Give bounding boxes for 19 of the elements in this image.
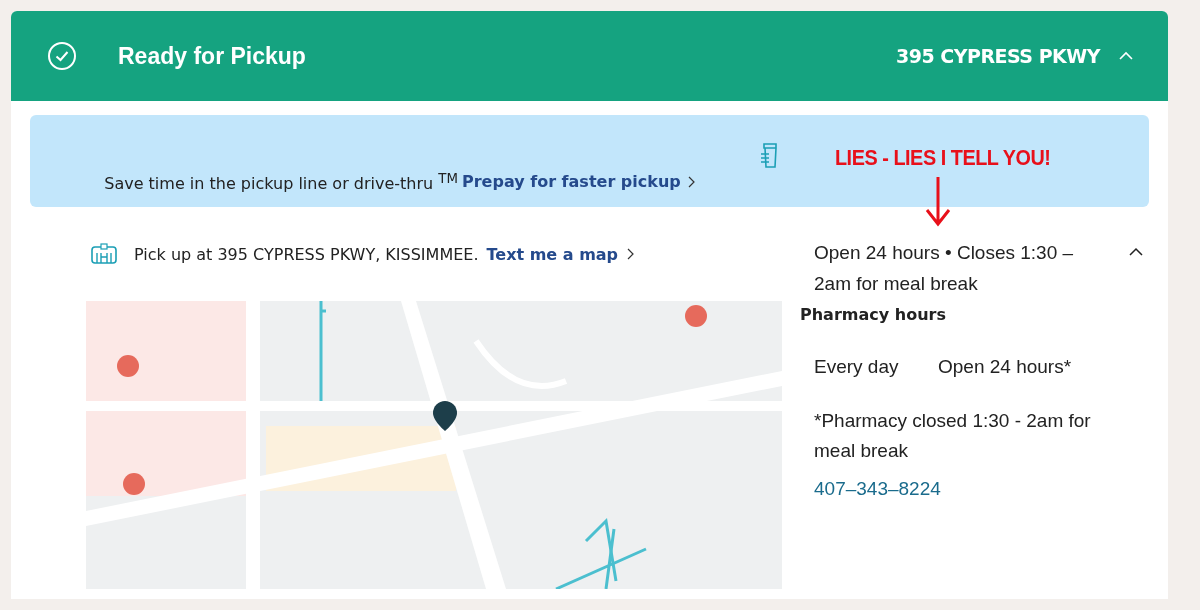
annotation-text: LIES - LIES I TELL YOU! (834, 145, 1051, 171)
store-icon (90, 243, 118, 265)
phone-link[interactable]: 407–343–8224 (800, 478, 1150, 500)
check-circle-icon (47, 41, 77, 71)
banner-text: Save time in the pickup line or drive-thru $^{TM}$ (104, 170, 458, 193)
pharmacy-note: *Pharmacy closed 1:30 - 2am for meal break (813, 409, 1092, 463)
chevron-right-icon (626, 248, 635, 260)
pickup-address: Pick up at 395 CYPRESS PKWY, KISSIMMEE. (134, 244, 479, 264)
hours-time: Open 24 hours* (938, 356, 1072, 378)
annotation-arrow (923, 177, 952, 227)
pharmacy-hours-title: Pharmacy hours (800, 305, 947, 324)
store-name: 395 CYPRESS PKWY (896, 45, 1100, 67)
chevron-icon[interactable] (1128, 247, 1144, 257)
store-hours-summary: Open 24 hours • Closes 1:30 – 2am for meal break (814, 241, 1075, 296)
chevron-right-icon (686, 175, 695, 188)
hours-day: Every day (814, 356, 938, 378)
prepay-link[interactable]: Prepay for faster pickup (461, 172, 681, 192)
status-title: Ready for Pickup (118, 42, 307, 70)
text-map-link[interactable]: Text me a map (486, 244, 619, 264)
